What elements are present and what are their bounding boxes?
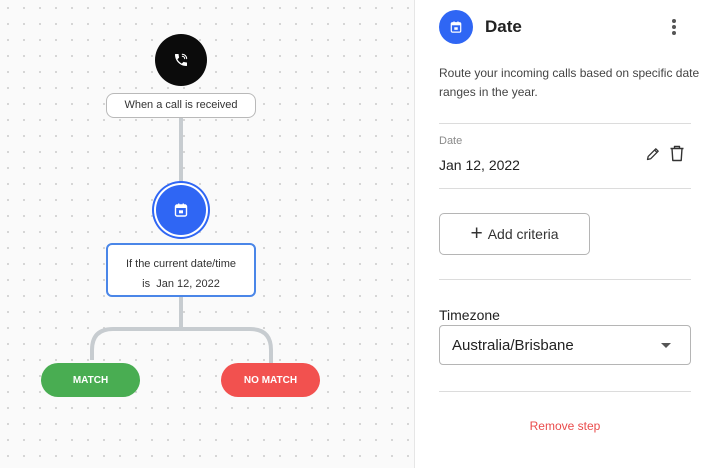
match-branch-button[interactable]: MATCH: [41, 363, 140, 397]
pencil-icon[interactable]: [645, 146, 661, 162]
divider: [439, 188, 691, 189]
calendar-icon: [450, 21, 462, 33]
condition-line-1: If the current date/time: [125, 258, 237, 270]
add-criteria-button[interactable]: + Add criteria: [439, 213, 590, 255]
call-received-node[interactable]: [155, 34, 207, 86]
step-settings-panel: Date Route your incoming calls based on …: [416, 0, 715, 468]
panel-title: Date: [485, 17, 522, 36]
criterion-value: Jan 12, 2022: [439, 157, 520, 173]
phone-icon: [175, 53, 188, 66]
flow-canvas[interactable]: When a call is received If the current d…: [0, 0, 415, 468]
connector-step-to-branches: [90, 297, 273, 363]
timezone-label: Timezone: [439, 307, 500, 323]
timezone-value: Australia/Brisbane: [452, 337, 574, 354]
trigger-label: When a call is received: [106, 93, 256, 118]
plus-icon: +: [470, 222, 483, 245]
no-match-branch-button[interactable]: NO MATCH: [221, 363, 320, 397]
condition-line-2: is Jan 12, 2022: [142, 278, 220, 290]
criterion-label: Date: [439, 135, 463, 147]
timezone-select[interactable]: Australia/Brisbane: [439, 325, 691, 365]
remove-step-link[interactable]: Remove step: [439, 419, 691, 433]
date-step-node[interactable]: [154, 183, 208, 237]
step-description: Route your incoming calls based on speci…: [439, 66, 700, 99]
panel-header-icon: [439, 10, 473, 44]
add-criteria-label: Add criteria: [487, 226, 559, 242]
flow-connectors: [90, 118, 273, 363]
kebab-menu-icon[interactable]: [664, 13, 684, 41]
caret-down-icon: [661, 343, 671, 348]
divider: [439, 391, 691, 392]
divider: [439, 123, 691, 124]
condition-label: If the current date/time is Jan 12, 2022: [106, 243, 256, 297]
trash-icon[interactable]: [669, 145, 685, 162]
calendar-icon: [174, 203, 188, 217]
divider: [439, 279, 691, 280]
